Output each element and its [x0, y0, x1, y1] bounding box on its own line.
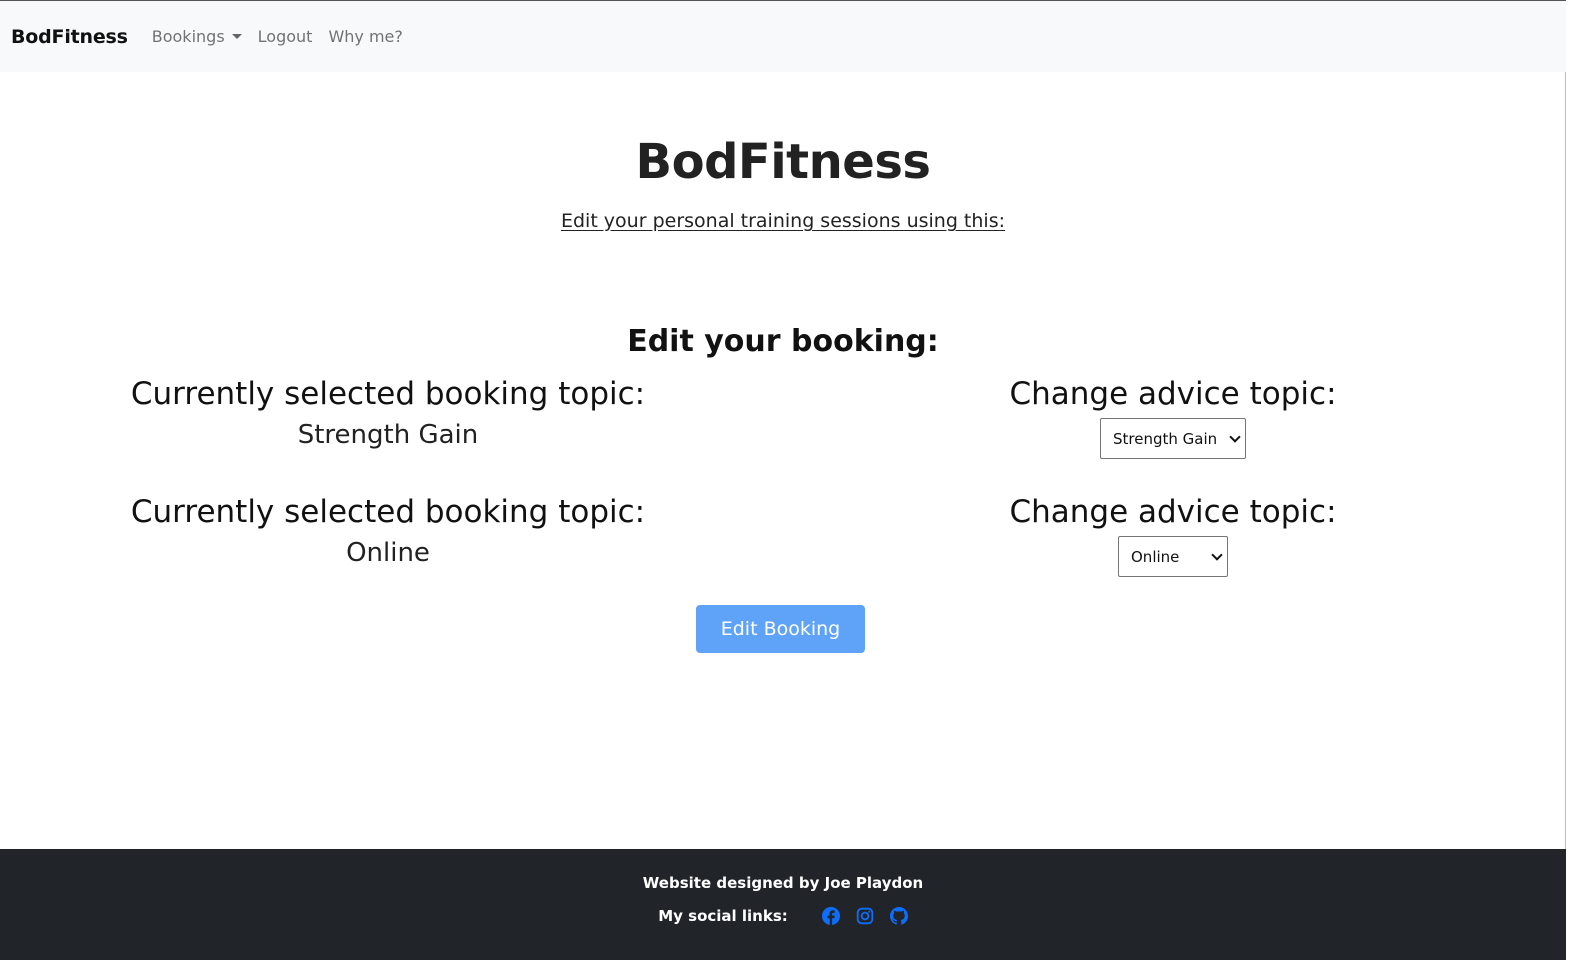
social-icons	[806, 907, 908, 925]
type-select[interactable]: Online	[1118, 536, 1228, 577]
current-type-value: Online	[346, 538, 430, 568]
github-icon[interactable]	[889, 907, 908, 925]
change-type-label: Change advice topic:	[1009, 494, 1337, 530]
facebook-icon[interactable]	[821, 907, 840, 925]
nav-item-bookings[interactable]: Bookings	[152, 27, 242, 46]
footer-social: My social links:	[0, 907, 1566, 925]
current-topic-label: Currently selected booking topic:	[130, 376, 646, 412]
nav-item-logout[interactable]: Logout	[258, 27, 313, 46]
instagram-icon[interactable]	[856, 907, 874, 925]
social-links-label: My social links:	[658, 907, 788, 925]
page-subtitle-text: Edit your personal training sessions usi…	[560, 210, 1006, 232]
page-title: BodFitness	[635, 134, 931, 190]
change-topic-label: Change advice topic:	[1009, 376, 1337, 412]
current-type-block: Currently selected booking topic: Online	[96, 494, 680, 568]
chevron-down-icon	[1211, 548, 1223, 561]
chevron-down-icon	[231, 34, 242, 39]
footer-credit: Website designed by Joe Playdon	[642, 874, 924, 892]
footer: Website designed by Joe Playdon My socia…	[0, 849, 1566, 960]
form-heading: Edit your booking:	[627, 324, 939, 359]
current-type-label: Currently selected booking topic:	[130, 494, 646, 530]
edit-booking-button[interactable]: Edit Booking	[696, 605, 865, 653]
topic-select[interactable]: Strength Gain	[1100, 418, 1246, 459]
nav-item-bookings-label: Bookings	[151, 27, 225, 46]
change-type-block: Change advice topic: Online	[880, 494, 1466, 577]
change-topic-block: Change advice topic: Strength Gain	[880, 376, 1466, 459]
chevron-down-icon	[1229, 430, 1241, 443]
navbar: BodFitness Bookings Logout Why me?	[0, 0, 1566, 72]
type-select-value: Online	[1131, 547, 1180, 566]
current-topic-value: Strength Gain	[297, 420, 479, 450]
scrollbar-track	[1566, 0, 1593, 960]
nav-item-why-me[interactable]: Why me?	[328, 27, 402, 46]
topic-select-value: Strength Gain	[1113, 429, 1218, 448]
page: BodFitness Bookings Logout Why me? BodFi…	[0, 0, 1566, 960]
navbar-brand[interactable]: BodFitness	[11, 26, 128, 48]
current-topic-block: Currently selected booking topic: Streng…	[96, 376, 680, 450]
page-subtitle: Edit your personal training sessions usi…	[0, 210, 1566, 232]
